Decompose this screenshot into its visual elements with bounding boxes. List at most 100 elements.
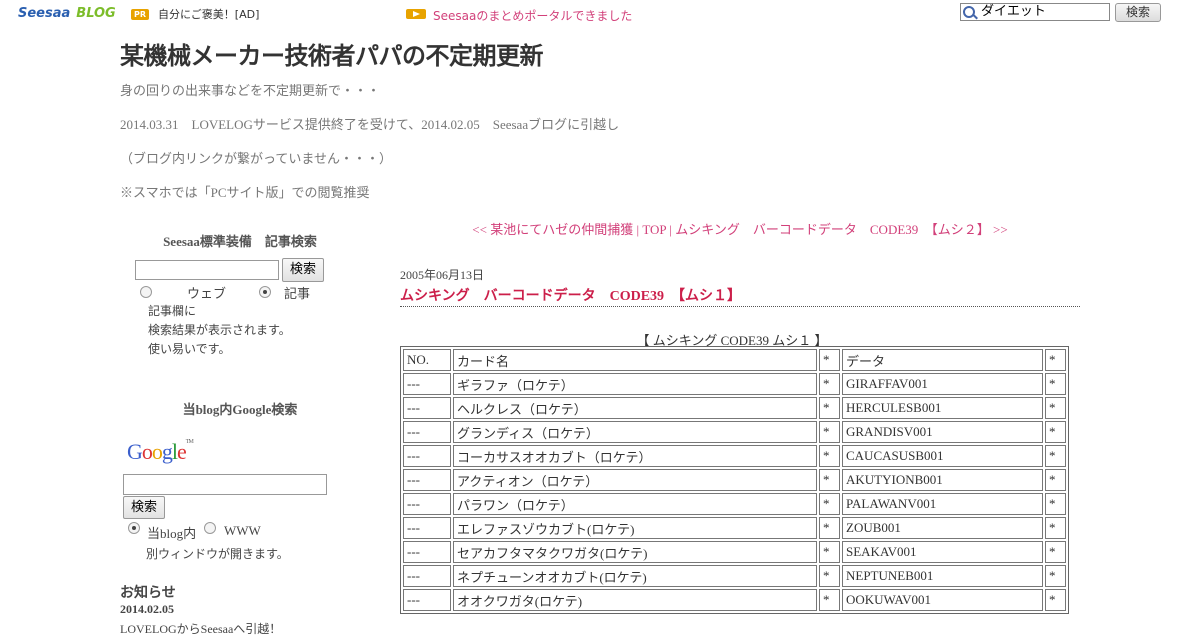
table-body: NO. カード名 * データ * --- ギラファ（ロケテ） * GIRAFFAV001 * ---… <box>403 349 1066 611</box>
post-title[interactable]: ムシキング バーコードデータ CODE39 【ムシ１】 <box>400 285 741 305</box>
radio-web[interactable] <box>140 286 152 298</box>
separator-cell: * <box>1045 517 1066 539</box>
row-number-cell: --- <box>403 469 451 491</box>
separator-cell: * <box>1045 445 1066 467</box>
post-navigation: << 某池にてハゼの仲間捕獲 | TOP | ムシキング バーコードデータ CO… <box>400 219 1080 238</box>
row-number-cell: --- <box>403 517 451 539</box>
barcode-data-cell: GIRAFFAV001 <box>842 373 1043 395</box>
radio-www[interactable] <box>204 522 216 534</box>
notice-text[interactable]: LOVELOGからSeesaaへ引越！ <box>120 620 281 637</box>
notice-heading: お知らせ <box>120 586 176 601</box>
radio-web-label: ウェブ <box>187 286 227 301</box>
table-row: --- パラワン（ロケテ） * PALAWANV001 * <box>403 493 1066 515</box>
radio-article[interactable] <box>259 286 271 298</box>
card-name-cell: エレファスゾウカブト(ロケテ) <box>453 517 817 539</box>
separator-cell: * <box>1045 493 1066 515</box>
separator-cell: * <box>819 565 840 587</box>
separator-cell: * <box>1045 541 1066 563</box>
table-row: --- コーカサスオオカブト（ロケテ） * CAUCASUSB001 * <box>403 445 1066 467</box>
top-search-input[interactable]: ダイエット <box>960 3 1110 21</box>
separator-cell: * <box>819 469 840 491</box>
barcode-data-cell: GRANDISV001 <box>842 421 1043 443</box>
separator-cell: * <box>1045 421 1066 443</box>
table-row: --- エレファスゾウカブト(ロケテ) * ZOUB001 * <box>403 517 1066 539</box>
card-name-cell: オオクワガタ(ロケテ) <box>453 589 817 611</box>
portal-link[interactable]: Seesaaのまとめポータルできました <box>433 7 632 24</box>
blog-search-heading: Seesaa標準装備 記事検索 <box>163 234 317 249</box>
google-logo[interactable]: GoogleTM <box>127 439 194 465</box>
top-bar: Seesaa BLOG PR 自分にご褒美！[AD] Seesaaのまとめポータル… <box>0 0 1200 28</box>
barcode-data-cell: PALAWANV001 <box>842 493 1043 515</box>
separator-cell: * <box>819 517 840 539</box>
nav-separator: | <box>666 222 676 237</box>
barcode-data-cell: AKUTYIONB001 <box>842 469 1043 491</box>
logo-main: Seesaa <box>18 6 71 21</box>
separator-cell: * <box>1045 373 1066 395</box>
blog-description-line: ※スマホでは「PCサイト版」での閲覧推奨 <box>120 185 370 200</box>
barcode-data-cell: ZOUB001 <box>842 517 1043 539</box>
barcode-data-cell: OOKUWAV001 <box>842 589 1043 611</box>
radio-www-label: WWW <box>224 523 261 538</box>
blog-title[interactable]: 某機械メーカー技術者パパの不定期更新 <box>120 36 544 71</box>
nav-separator: | <box>633 222 643 237</box>
logo-sub: BLOG <box>76 6 116 21</box>
separator-cell: * <box>1045 397 1066 419</box>
card-name-cell: ヘルクレス（ロケテ） <box>453 397 817 419</box>
barcode-data-cell: SEAKAV001 <box>842 541 1043 563</box>
separator-cell: * <box>819 589 840 611</box>
blog-search-note: 検索結果が表示されます。 <box>148 323 291 337</box>
post-title-divider <box>400 306 1080 307</box>
blog-description-line: （ブログ内リンクが繋がっていません・・・） <box>120 151 392 166</box>
radio-this-blog[interactable] <box>128 522 140 534</box>
row-number-cell: --- <box>403 397 451 419</box>
card-name-cell: グランディス（ロケテ） <box>453 421 817 443</box>
row-number-cell: --- <box>403 445 451 467</box>
seesaa-blog-logo[interactable]: Seesaa BLOG <box>18 6 116 21</box>
blog-search-note: 使い易いです。 <box>148 342 231 356</box>
next-post-link[interactable]: ムシキング バーコードデータ CODE39 【ムシ２】 >> <box>675 222 1007 237</box>
google-search-input[interactable] <box>123 474 327 495</box>
separator-cell: * <box>1045 565 1066 587</box>
google-search-heading: 当blog内Google検索 <box>182 402 298 417</box>
table-row: --- ギラファ（ロケテ） * GIRAFFAV001 * <box>403 373 1066 395</box>
radio-article-label: 記事 <box>284 286 311 301</box>
card-name-cell: アクティオン（ロケテ） <box>453 469 817 491</box>
prev-post-link[interactable]: << 某池にてハゼの仲間捕獲 <box>472 222 633 237</box>
row-number-cell: --- <box>403 421 451 443</box>
card-name-cell: ギラファ（ロケテ） <box>453 373 817 395</box>
blog-search-input[interactable] <box>135 260 279 280</box>
row-number-cell: --- <box>403 493 451 515</box>
top-link[interactable]: TOP <box>642 222 666 237</box>
separator-cell: * <box>819 397 840 419</box>
separator-cell: * <box>1045 469 1066 491</box>
radio-this-blog-label: 当blog内 <box>147 526 197 541</box>
arrow-right-icon <box>406 9 426 19</box>
google-search-button[interactable]: 検索 <box>123 496 165 519</box>
blog-description-line: 身の回りの出来事などを不定期更新で・・・ <box>120 83 381 98</box>
card-name-cell: セアカフタマタクワガタ(ロケテ) <box>453 541 817 563</box>
row-number-cell: --- <box>403 541 451 563</box>
separator-cell: * <box>819 493 840 515</box>
table-row: --- グランディス（ロケテ） * GRANDISV001 * <box>403 421 1066 443</box>
table-header-row: NO. カード名 * データ * <box>403 349 1066 371</box>
blog-search-note: 記事欄に <box>148 304 197 318</box>
blog-search-button[interactable]: 検索 <box>282 258 324 282</box>
card-name-cell: パラワン（ロケテ） <box>453 493 817 515</box>
table-row: --- セアカフタマタクワガタ(ロケテ) * SEAKAV001 * <box>403 541 1066 563</box>
table-row: --- ヘルクレス（ロケテ） * HERCULESB001 * <box>403 397 1066 419</box>
table-header-cell: * <box>819 349 840 371</box>
separator-cell: * <box>819 421 840 443</box>
separator-cell: * <box>819 445 840 467</box>
table-row: --- オオクワガタ(ロケテ) * OOKUWAV001 * <box>403 589 1066 611</box>
google-search-note: 別ウィンドウが開きます。 <box>146 547 289 561</box>
table-row: --- アクティオン（ロケテ） * AKUTYIONB001 * <box>403 469 1066 491</box>
separator-cell: * <box>819 373 840 395</box>
pr-ad-link[interactable]: 自分にご褒美！[AD] <box>158 6 259 22</box>
search-icon <box>963 6 975 18</box>
table-header-cell: カード名 <box>453 349 817 371</box>
row-number-cell: --- <box>403 565 451 587</box>
row-number-cell: --- <box>403 589 451 611</box>
barcode-data-table: NO. カード名 * データ * --- ギラファ（ロケテ） * GIRAFFAV001 * ---… <box>400 346 1069 614</box>
separator-cell: * <box>819 541 840 563</box>
top-search-button[interactable]: 検索 <box>1115 3 1161 22</box>
